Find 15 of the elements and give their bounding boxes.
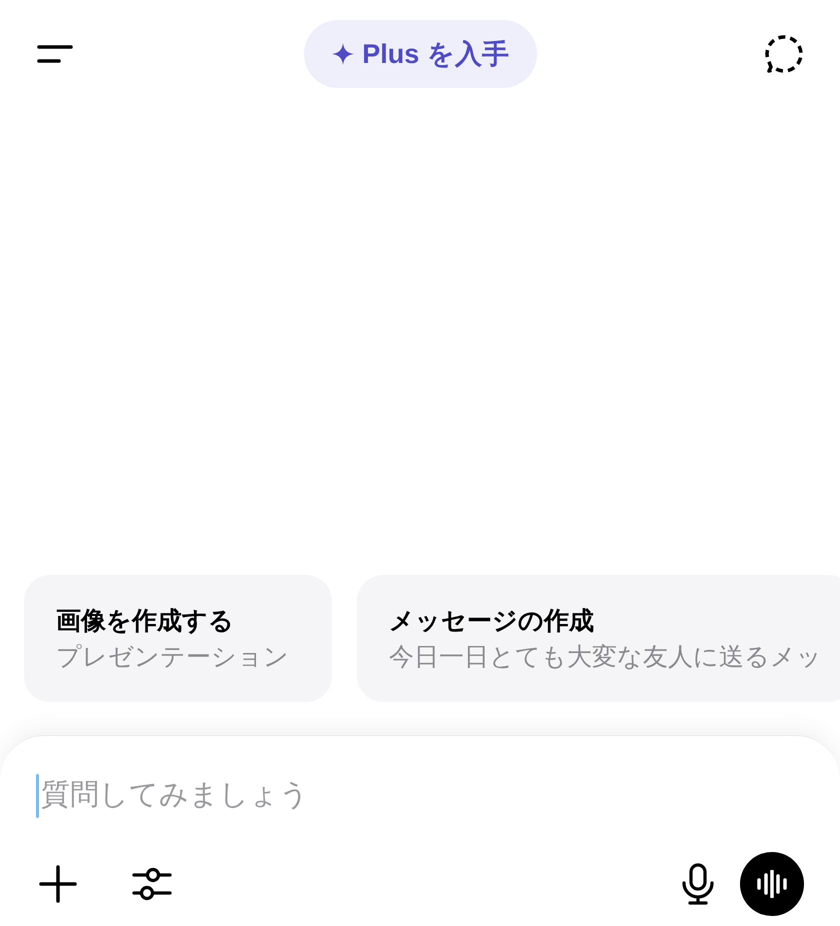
sound-wave-icon <box>756 870 788 898</box>
upgrade-button[interactable]: Plus を入手 <box>304 20 537 88</box>
sparkle-icon <box>332 43 354 65</box>
message-input[interactable]: 質問してみましょう <box>41 774 804 818</box>
text-cursor <box>36 774 39 818</box>
suggestion-card[interactable]: メッセージの作成 今日一日とても大変な友人に送るメッ <box>357 575 840 702</box>
dashed-chat-bubble-icon <box>763 34 803 74</box>
menu-icon <box>37 43 73 65</box>
suggestion-subtitle: 今日一日とても大変な友人に送るメッ <box>389 642 822 672</box>
suggestion-title: メッセージの作成 <box>389 606 594 636</box>
suggestion-subtitle: プレゼンテーション <box>56 642 289 672</box>
suggestion-card[interactable]: 画像を作成する プレゼンテーション <box>24 575 332 702</box>
microphone-icon <box>681 863 715 905</box>
plus-icon <box>39 865 77 903</box>
suggestion-title: 画像を作成する <box>56 606 234 636</box>
